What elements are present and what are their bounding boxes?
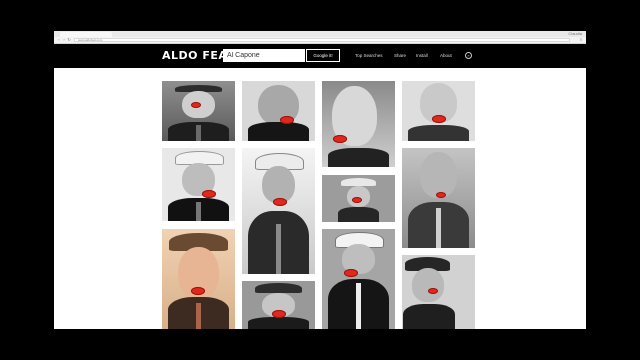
image-gallery [54, 68, 586, 329]
gallery-image[interactable] [322, 229, 395, 329]
red-lips-overlay [273, 198, 287, 206]
nav-share[interactable]: Share [394, 49, 406, 62]
red-lips-overlay [352, 197, 362, 203]
more-arrow-icon[interactable]: » [465, 52, 472, 59]
gallery-image[interactable] [242, 281, 315, 329]
gallery-image[interactable] [162, 229, 235, 329]
red-lips-overlay [432, 115, 446, 123]
back-icon[interactable]: ‹ [57, 38, 61, 42]
red-lips-overlay [428, 288, 438, 294]
red-lips-overlay [272, 310, 286, 318]
red-lips-overlay [191, 102, 201, 108]
gallery-image[interactable] [402, 148, 475, 248]
forward-icon[interactable]: › [62, 38, 66, 42]
reload-icon[interactable]: ↻ [67, 38, 71, 42]
nav-about[interactable]: About [440, 49, 452, 62]
browser-toolbar: ‹ › ↻ www.aldofeat.com ≡ [54, 37, 586, 44]
red-lips-overlay [280, 116, 294, 124]
menu-icon[interactable]: ≡ [579, 38, 583, 42]
gallery-image[interactable] [162, 81, 235, 141]
gallery-image[interactable] [162, 148, 235, 221]
gallery-image[interactable] [402, 255, 475, 329]
gallery-image[interactable] [322, 175, 395, 222]
nav-install[interactable]: Install [416, 49, 428, 62]
red-lips-overlay [344, 269, 358, 277]
red-lips-overlay [436, 192, 446, 198]
browser-window: Claudia ‹ › ↻ www.aldofeat.com ≡ ALDO FE… [54, 31, 586, 329]
nav-top-searches[interactable]: Top Searches [355, 49, 383, 62]
address-bar-text: www.aldofeat.com [78, 38, 103, 42]
gallery-image[interactable] [242, 148, 315, 274]
address-bar[interactable]: www.aldofeat.com [74, 38, 570, 42]
site-header: ALDO FEAT. Google it! Top Searches Share… [54, 44, 586, 68]
red-lips-overlay [202, 190, 216, 198]
gallery-image[interactable] [402, 81, 475, 141]
google-it-button[interactable]: Google it! [306, 49, 340, 62]
gallery-image[interactable] [242, 81, 315, 141]
gallery-image[interactable] [322, 81, 395, 167]
search-input[interactable] [223, 49, 305, 62]
red-lips-overlay [333, 135, 347, 143]
red-lips-overlay [191, 287, 205, 295]
